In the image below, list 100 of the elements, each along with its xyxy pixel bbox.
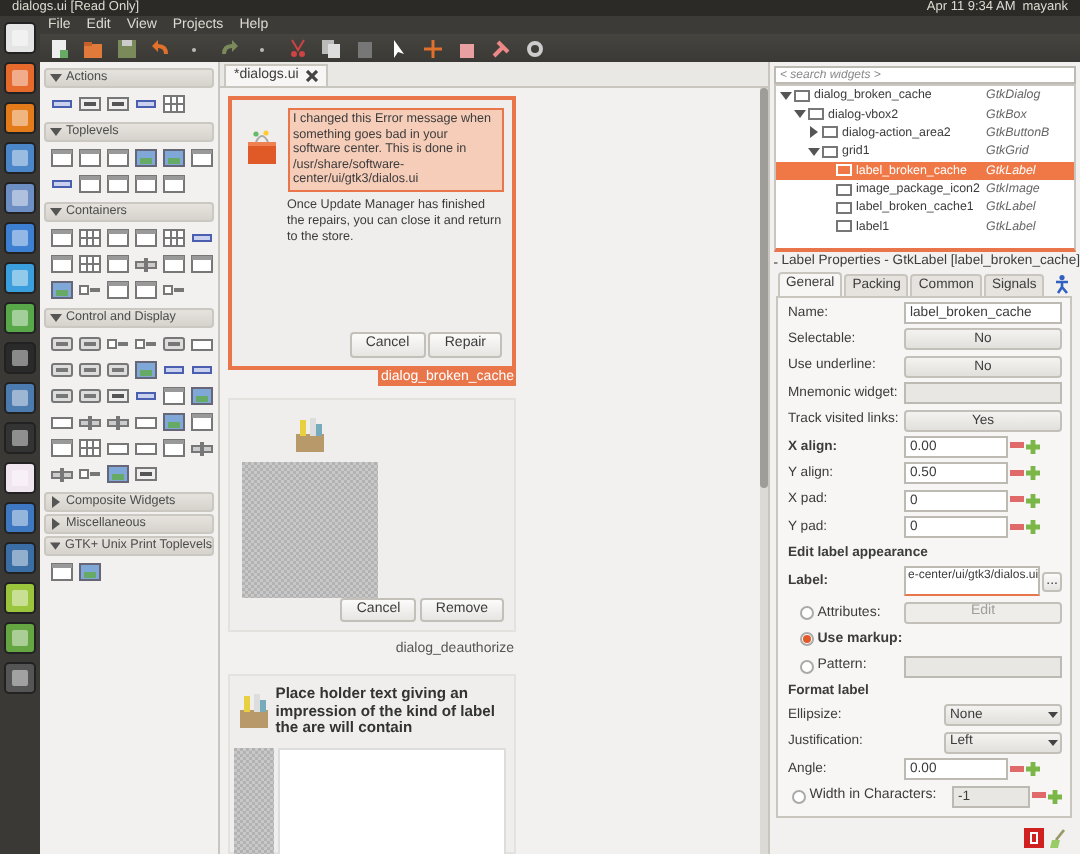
- widget-tool-icon[interactable]: [78, 334, 102, 354]
- widget-tool-icon[interactable]: [190, 254, 214, 274]
- widget-tool-icon[interactable]: [50, 386, 74, 406]
- widget-tool-icon[interactable]: [78, 438, 102, 458]
- radio-button[interactable]: [800, 606, 814, 621]
- widget-tool-icon[interactable]: [50, 360, 74, 380]
- collapse-arrow-icon[interactable]: [780, 89, 792, 102]
- app-icon[interactable]: [4, 382, 36, 414]
- undo-icon[interactable]: [150, 37, 172, 59]
- pin-icon[interactable]: [490, 37, 512, 59]
- widget-tool-icon[interactable]: [162, 386, 186, 406]
- cut-icon[interactable]: [286, 37, 308, 59]
- widget-tool-icon[interactable]: [162, 412, 186, 432]
- widget-tool-icon[interactable]: [78, 464, 102, 484]
- home-icon[interactable]: [4, 22, 36, 54]
- plus-icon[interactable]: [1026, 762, 1040, 777]
- app-icon[interactable]: [4, 222, 36, 254]
- widget-tool-icon[interactable]: [106, 148, 130, 168]
- collapse-arrow-icon[interactable]: [808, 145, 820, 158]
- widget-tool-icon[interactable]: [106, 228, 130, 248]
- d-logo-icon[interactable]: [1024, 828, 1045, 848]
- copy-icon[interactable]: [320, 37, 342, 59]
- document-icon[interactable]: [4, 502, 36, 534]
- pattern-field[interactable]: [904, 655, 1062, 678]
- widget-tool-icon[interactable]: [134, 334, 158, 354]
- app-icon[interactable]: [4, 262, 36, 294]
- app-icon[interactable]: [4, 662, 36, 694]
- widget-tool-icon[interactable]: [106, 280, 130, 300]
- widget-tool-icon[interactable]: [134, 360, 158, 380]
- collapse-arrow-icon[interactable]: [794, 108, 806, 121]
- widget-tool-icon[interactable]: [134, 174, 158, 194]
- open-folder-icon[interactable]: [82, 37, 104, 59]
- paste-icon[interactable]: [354, 37, 376, 59]
- widget-tool-icon[interactable]: [162, 254, 186, 274]
- plus-icon[interactable]: [1026, 466, 1040, 481]
- widget-tool-icon[interactable]: [78, 412, 102, 432]
- widget-tool-icon[interactable]: [162, 360, 186, 380]
- plus-icon[interactable]: [1026, 493, 1040, 508]
- minus-icon[interactable]: [1032, 792, 1046, 801]
- settings-icon[interactable]: [524, 37, 546, 59]
- widget-tool-icon[interactable]: [162, 334, 186, 354]
- app-icon[interactable]: [4, 182, 36, 214]
- widget-tool-icon[interactable]: [78, 228, 102, 248]
- expand-arrow-icon[interactable]: [808, 126, 820, 139]
- widget-tool-icon[interactable]: [78, 280, 102, 300]
- widget-tool-icon[interactable]: [106, 334, 130, 354]
- widget-tool-icon[interactable]: [162, 280, 186, 300]
- widget-tool-icon[interactable]: [78, 94, 102, 114]
- widget-tool-icon[interactable]: [106, 94, 130, 114]
- minus-icon[interactable]: [1010, 496, 1024, 505]
- widget-tool-icon[interactable]: [134, 148, 158, 168]
- app-icon[interactable]: [4, 542, 36, 574]
- widget-tool-icon[interactable]: [134, 228, 158, 248]
- widget-tool-icon[interactable]: [78, 562, 102, 582]
- widget-tool-icon[interactable]: [50, 228, 74, 248]
- widget-tool-icon[interactable]: [50, 334, 74, 354]
- widget-tool-icon[interactable]: [190, 412, 214, 432]
- minus-icon[interactable]: [1010, 469, 1024, 478]
- widget-tool-icon[interactable]: [162, 148, 186, 168]
- widget-tool-icon[interactable]: [134, 464, 158, 484]
- widget-tool-icon[interactable]: [190, 228, 214, 248]
- minus-icon[interactable]: [1010, 765, 1024, 774]
- radio-button[interactable]: [800, 659, 814, 674]
- widget-tool-icon[interactable]: [162, 174, 186, 194]
- plus-icon[interactable]: [1048, 789, 1062, 804]
- save-icon[interactable]: [116, 37, 138, 59]
- app-icon[interactable]: [4, 582, 36, 614]
- widget-tool-icon[interactable]: [106, 360, 130, 380]
- app-icon[interactable]: [4, 622, 36, 654]
- widget-tool-icon[interactable]: [50, 148, 74, 168]
- widget-tool-icon[interactable]: [162, 94, 186, 114]
- radio-button[interactable]: [800, 632, 814, 647]
- widget-tool-icon[interactable]: [50, 438, 74, 458]
- widget-tool-icon[interactable]: [50, 412, 74, 432]
- widget-tool-icon[interactable]: [190, 360, 214, 380]
- new-file-icon[interactable]: [48, 37, 70, 59]
- widget-tool-icon[interactable]: [106, 464, 130, 484]
- minus-icon[interactable]: [1010, 442, 1024, 451]
- widget-tool-icon[interactable]: [190, 148, 214, 168]
- widget-tool-icon[interactable]: [78, 174, 102, 194]
- widget-tool-icon[interactable]: [50, 174, 74, 194]
- accessibility-icon[interactable]: [1052, 274, 1073, 294]
- widget-tool-icon[interactable]: [190, 386, 214, 406]
- widget-tool-icon[interactable]: [134, 254, 158, 274]
- scrollbar[interactable]: [760, 88, 768, 854]
- widget-tool-icon[interactable]: [134, 280, 158, 300]
- close-icon[interactable]: [306, 69, 319, 82]
- widget-tool-icon[interactable]: [78, 254, 102, 274]
- widget-tool-icon[interactable]: [106, 386, 130, 406]
- widget-tool-icon[interactable]: [134, 412, 158, 432]
- widget-tool-icon[interactable]: [50, 94, 74, 114]
- move-icon[interactable]: [422, 37, 444, 59]
- app-icon[interactable]: [4, 62, 36, 94]
- widget-tool-icon[interactable]: [134, 386, 158, 406]
- browser-icon[interactable]: [4, 102, 36, 134]
- redo-icon[interactable]: [218, 37, 240, 59]
- widget-tool-icon[interactable]: [134, 438, 158, 458]
- widget-tool-icon[interactable]: [50, 464, 74, 484]
- widget-tool-icon[interactable]: [78, 386, 102, 406]
- widget-tool-icon[interactable]: [50, 280, 74, 300]
